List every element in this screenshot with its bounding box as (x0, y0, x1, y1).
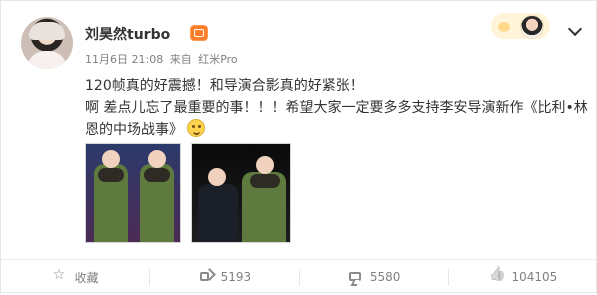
forward-button[interactable]: 5193 (150, 260, 300, 295)
post-line-3-text: 恩的中场战事》 (85, 122, 183, 138)
forward-icon (199, 270, 213, 284)
post-line-1: 120帧真的好震撼！和导演合影真的好紧张！ (85, 78, 364, 94)
post-line-2: 啊 差点儿忘了最重要的事！！！希望大家一定要多多支持李安导演新作《比利•林 (85, 100, 588, 116)
collect-button[interactable]: 收藏 (1, 260, 151, 295)
photo-1-person-2-scarf (144, 168, 170, 182)
chevron-down-icon[interactable] (567, 23, 581, 37)
photo-1-person-1-scarf (98, 168, 124, 182)
photo-1-person-2-head (148, 150, 166, 168)
post-meta: 11月6日 21:08 来自 红米Pro (85, 51, 238, 67)
post-time[interactable]: 11月6日 21:08 (85, 53, 163, 66)
user-avatar[interactable] (21, 17, 73, 69)
vip-badge-icon[interactable] (190, 25, 208, 41)
pill-decoration (498, 22, 510, 32)
photo-2-person-left (198, 184, 238, 242)
author-name[interactable]: 刘昊然turbo (85, 24, 170, 44)
action-bar: 收藏 5193 5580 104105 (1, 259, 597, 294)
photo-2[interactable] (191, 143, 291, 243)
collect-label: 收藏 (74, 270, 99, 285)
comment-button[interactable]: 5580 (300, 260, 450, 295)
star-icon (53, 267, 67, 284)
comment-count: 5580 (369, 270, 401, 284)
via-label: 来自 (169, 53, 192, 66)
follow-avatar-pill[interactable] (491, 13, 550, 39)
forward-count: 5193 (220, 270, 252, 284)
like-icon (489, 270, 503, 284)
post-text: 120帧真的好震撼！和导演合影真的好紧张！ 啊 差点儿忘了最重要的事！！！希望大… (85, 75, 590, 141)
like-count: 104105 (511, 270, 558, 284)
photo-1-person-1-head (102, 150, 120, 168)
photo-2-person-right-scarf (250, 174, 280, 188)
post-source[interactable]: 红米Pro (198, 53, 237, 66)
post-line-3: 恩的中场战事》 (85, 119, 590, 141)
mini-avatar (520, 15, 544, 39)
like-button[interactable]: 104105 (449, 260, 597, 295)
avatar-hat (29, 22, 65, 40)
avatar-shirt (27, 51, 67, 69)
photo-2-person-left-head (208, 168, 226, 186)
weibo-post-card: 刘昊然turbo 11月6日 21:08 来自 红米Pro 120帧真的好震撼！… (0, 0, 597, 293)
smile-emoji-icon (187, 119, 206, 137)
comment-icon (348, 270, 362, 284)
photo-2-person-right-head (256, 156, 274, 174)
photo-1[interactable] (85, 143, 181, 243)
